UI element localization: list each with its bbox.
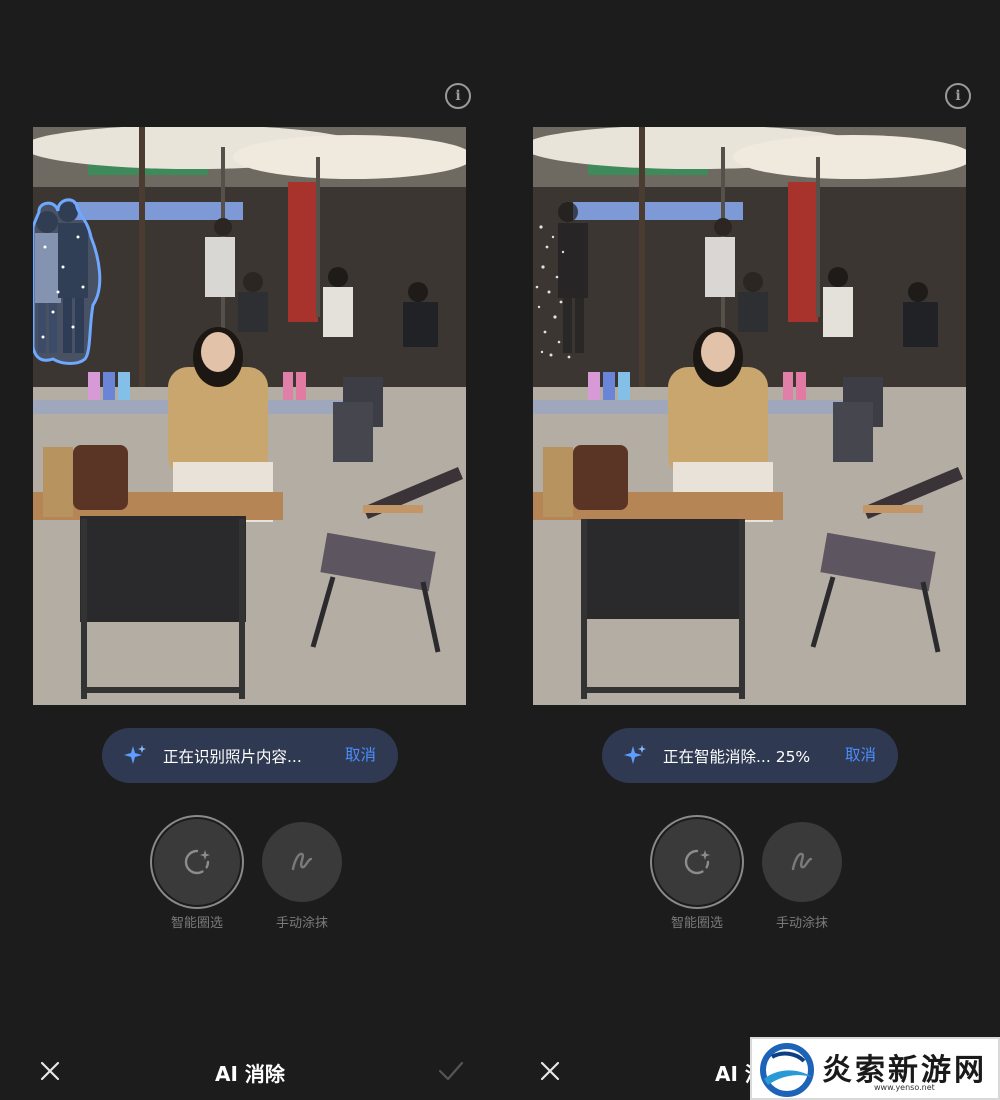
screen-title: AI 消除 — [215, 1062, 285, 1086]
brush-icon — [791, 852, 813, 871]
progress-pill: 正在识别照片内容... 取消 — [102, 728, 398, 783]
photo-preview[interactable] — [33, 127, 466, 705]
cancel-button[interactable]: 取消 — [345, 728, 376, 783]
smart-select-icon — [184, 849, 210, 875]
smart-select-label: 智能圈选 — [170, 916, 223, 931]
manual-brush-button[interactable] — [762, 822, 842, 902]
info-icon[interactable]: i — [445, 83, 471, 109]
check-icon[interactable] — [437, 1059, 465, 1083]
smart-select-button[interactable] — [154, 819, 240, 905]
smart-select-label: 智能圈选 — [670, 916, 723, 931]
progress-pill: 正在智能消除... 25% 取消 — [602, 728, 898, 783]
progress-status-text: 正在智能消除... 25% — [663, 747, 811, 766]
smart-select-button[interactable] — [654, 819, 740, 905]
editor-panel-erasing: i 正在智能消除... 25% 取消 智能圈选 手动涂抹 AI — [500, 0, 1000, 1100]
brush-icon — [291, 852, 313, 871]
smart-select-icon — [684, 849, 710, 875]
info-icon[interactable]: i — [945, 83, 971, 109]
cancel-button[interactable]: 取消 — [845, 728, 876, 783]
manual-brush-button[interactable] — [262, 822, 342, 902]
watermark-logo-icon — [760, 1043, 814, 1097]
sparkle-icon — [624, 744, 646, 764]
photo-preview[interactable] — [533, 127, 966, 705]
progress-status-text: 正在识别照片内容... — [163, 747, 302, 766]
manual-brush-label: 手动涂抹 — [275, 916, 328, 931]
sparkle-icon — [124, 744, 146, 764]
site-watermark: 炎索新游网 www.yenso.net — [750, 1037, 1000, 1100]
manual-brush-label: 手动涂抹 — [775, 916, 828, 931]
watermark-url: www.yenso.net — [874, 1083, 935, 1092]
editor-panel-detecting: i 正在识别照片内容... 取消 智能圈选 手动涂抹 AI 消除 — [0, 0, 500, 1100]
